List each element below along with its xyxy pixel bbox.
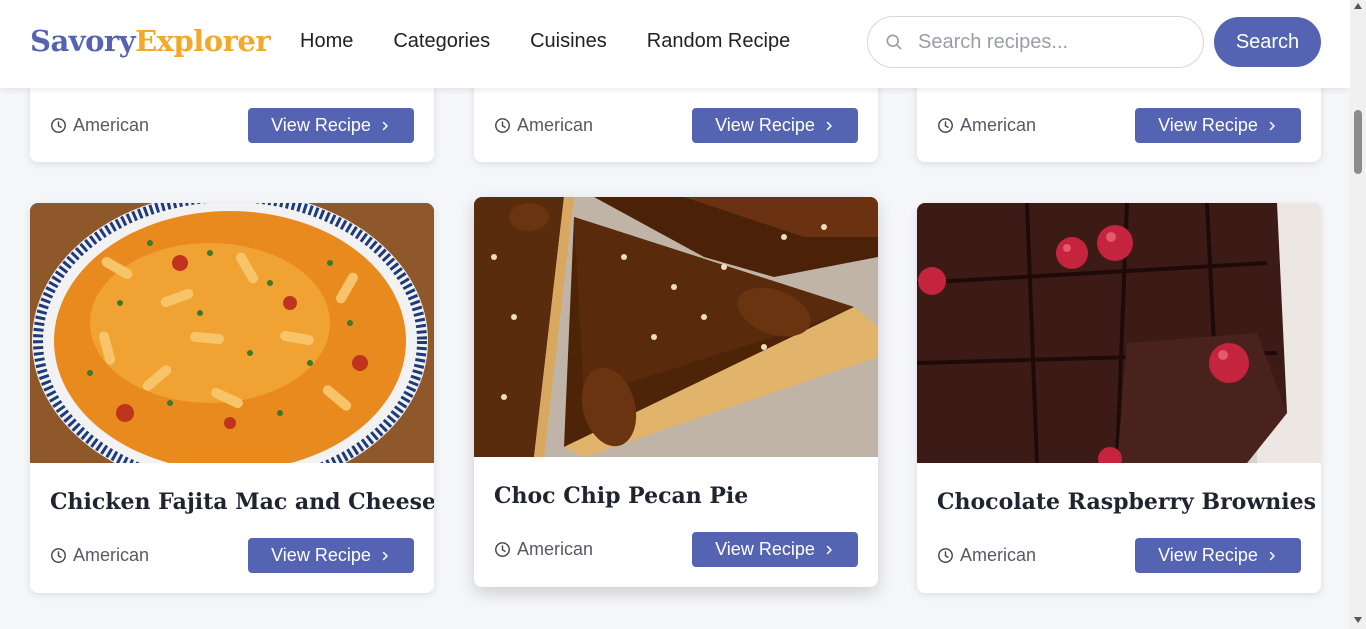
cuisine-text: American bbox=[517, 115, 594, 135]
view-recipe-label: View Recipe bbox=[271, 115, 371, 135]
cuisine-text: American bbox=[73, 115, 150, 135]
cuisine-label: American bbox=[937, 115, 1036, 136]
view-recipe-button[interactable]: View Recipe bbox=[248, 538, 414, 573]
cuisine-text: American bbox=[960, 115, 1037, 135]
nav-home[interactable]: Home bbox=[300, 30, 353, 53]
nav-cuisines[interactable]: Cuisines bbox=[530, 30, 607, 53]
logo-part-explorer: Explorer bbox=[135, 24, 271, 58]
view-recipe-label: View Recipe bbox=[1158, 115, 1258, 135]
recipe-title[interactable]: Chocolate Raspberry Brownies bbox=[937, 489, 1316, 515]
scrollbar-thumb[interactable] bbox=[1354, 110, 1362, 174]
chevron-right-icon bbox=[382, 551, 388, 560]
view-recipe-button[interactable]: View Recipe bbox=[1135, 108, 1301, 143]
recipe-image-pecan-pie[interactable] bbox=[474, 197, 878, 457]
chevron-right-icon bbox=[1269, 551, 1275, 560]
search-icon bbox=[886, 34, 902, 50]
view-recipe-label: View Recipe bbox=[1158, 545, 1258, 565]
cuisine-label: American bbox=[937, 545, 1036, 566]
recipe-card[interactable]: Chicken Fajita Mac and Cheese American V… bbox=[30, 203, 434, 593]
main-nav: Home Categories Cuisines Random Recipe bbox=[300, 30, 790, 53]
recipe-card[interactable]: Chocolate Raspberry Brownies American Vi… bbox=[917, 203, 1321, 593]
site-header: SavoryExplorer Home Categories Cuisines … bbox=[0, 0, 1350, 88]
chevron-right-icon bbox=[826, 545, 832, 554]
cuisine-text: American bbox=[517, 539, 594, 559]
view-recipe-label: View Recipe bbox=[271, 545, 371, 565]
nav-random-recipe[interactable]: Random Recipe bbox=[647, 30, 790, 53]
search-box bbox=[867, 16, 1204, 68]
recipe-image-brownies[interactable] bbox=[917, 203, 1321, 463]
chevron-right-icon bbox=[382, 121, 388, 130]
clock-icon bbox=[495, 542, 510, 557]
view-recipe-button[interactable]: View Recipe bbox=[248, 108, 414, 143]
search-button[interactable]: Search bbox=[1214, 17, 1321, 67]
site-logo[interactable]: SavoryExplorer bbox=[30, 24, 271, 58]
recipe-title[interactable]: Choc Chip Pecan Pie bbox=[494, 483, 748, 509]
cuisine-label: American bbox=[494, 115, 593, 136]
scroll-down-arrow-icon[interactable] bbox=[1354, 617, 1362, 623]
page: American View Recipe American View Recip… bbox=[0, 0, 1350, 629]
view-recipe-label: View Recipe bbox=[715, 539, 815, 559]
view-recipe-button[interactable]: View Recipe bbox=[692, 108, 858, 143]
recipe-image-mac-and-cheese[interactable] bbox=[30, 203, 434, 463]
recipe-title[interactable]: Chicken Fajita Mac and Cheese bbox=[50, 489, 434, 515]
search-input[interactable] bbox=[918, 27, 1188, 57]
chevron-right-icon bbox=[826, 121, 832, 130]
logo-part-savory: Savory bbox=[30, 24, 136, 58]
view-recipe-button[interactable]: View Recipe bbox=[692, 532, 858, 567]
page-scrollbar[interactable] bbox=[1350, 0, 1366, 629]
chevron-right-icon bbox=[1269, 121, 1275, 130]
scroll-up-arrow-icon[interactable] bbox=[1354, 3, 1362, 9]
view-recipe-label: View Recipe bbox=[715, 115, 815, 135]
clock-icon bbox=[51, 548, 66, 563]
view-recipe-button[interactable]: View Recipe bbox=[1135, 538, 1301, 573]
cuisine-label: American bbox=[50, 545, 149, 566]
cuisine-label: American bbox=[494, 539, 593, 560]
cuisine-label: American bbox=[50, 115, 149, 136]
recipe-card[interactable]: Choc Chip Pecan Pie American View Recipe bbox=[474, 197, 878, 587]
cuisine-text: American bbox=[73, 545, 150, 565]
clock-icon bbox=[51, 118, 66, 133]
clock-icon bbox=[495, 118, 510, 133]
nav-categories[interactable]: Categories bbox=[393, 30, 490, 53]
clock-icon bbox=[938, 548, 953, 563]
clock-icon bbox=[938, 118, 953, 133]
cuisine-text: American bbox=[960, 545, 1037, 565]
